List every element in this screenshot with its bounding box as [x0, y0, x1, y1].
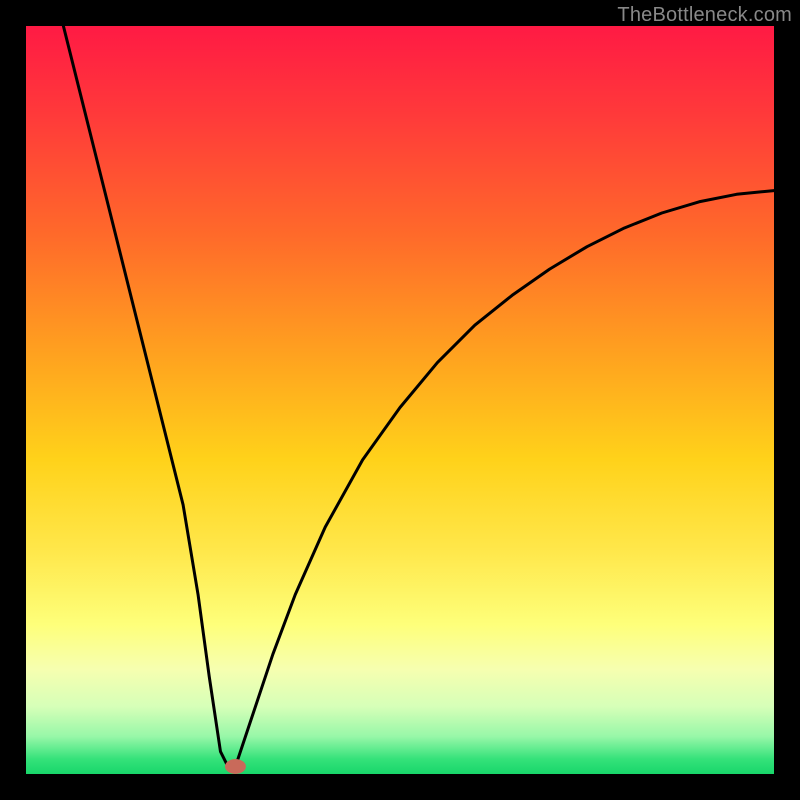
plot-area — [26, 26, 774, 774]
watermark-label: TheBottleneck.com — [617, 4, 792, 27]
chart-svg — [26, 26, 774, 774]
chart-frame: TheBottleneck.com — [0, 0, 800, 800]
min-marker — [225, 759, 246, 774]
bottleneck-curve — [63, 26, 774, 767]
